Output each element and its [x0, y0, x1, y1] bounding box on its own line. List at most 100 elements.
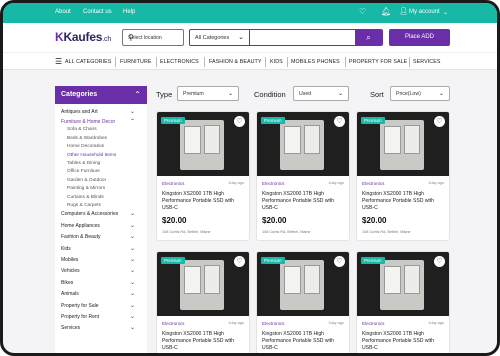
nav-item-fashion-beauty[interactable]: FASHION & BEAUTY	[209, 59, 262, 65]
chevron-down-icon: ⌄	[129, 291, 135, 298]
contact-link[interactable]: Contact us	[83, 9, 112, 15]
logo[interactable]: KKaufes.ch	[55, 30, 111, 44]
nav-item-property-for-sale[interactable]: PROPERTY FOR SALE	[349, 59, 407, 65]
sidebar-item[interactable]: Garden & Outdoor	[55, 178, 147, 186]
listing-title[interactable]: Kingston XS2000 1TB High Performance Por…	[162, 331, 246, 352]
sidebar-item[interactable]: Tables & Dining	[55, 161, 147, 169]
premium-badge: Premium	[261, 257, 285, 264]
sidebar-item[interactable]: Beds & Wardrobes	[55, 136, 147, 144]
listing-image[interactable]: Premium ♡	[157, 112, 249, 176]
listing-title[interactable]: Kingston XS2000 1TB High Performance Por…	[262, 191, 346, 212]
chevron-down-icon: ⌄	[438, 91, 444, 97]
listing-category[interactable]: Electronics	[362, 181, 384, 186]
sidebar-item-label: Vehicles	[61, 268, 80, 275]
sidebar-item-label: Kids	[61, 245, 71, 252]
listing-card[interactable]: Premium ♡ Electronics 1day ago Kingston XS20…	[156, 251, 250, 353]
sidebar-item[interactable]: Home Appliances ⌄	[55, 223, 147, 231]
sidebar-item[interactable]: Fashion & Beauty ⌄	[55, 234, 147, 242]
sidebar-item-label: Furniture & Home Decor	[61, 119, 116, 125]
favorite-heart-icon[interactable]: ♡	[434, 116, 445, 127]
sidebar-item-label: Office Furniture	[67, 169, 100, 175]
favorite-heart-icon[interactable]: ♡	[234, 256, 245, 267]
listing-card[interactable]: Premium ♡ Electronics 1day ago Kingston XS20…	[356, 251, 450, 353]
sidebar-item[interactable]: Other Household Items	[55, 153, 147, 161]
listing-price: $20.00	[362, 216, 387, 225]
listing-image[interactable]: Premium ♡	[357, 112, 449, 176]
listing-card[interactable]: Premium ♡ Electronics 1day ago Kingston XS20…	[256, 251, 350, 353]
listing-title[interactable]: Kingston XS2000 1TB High Performance Por…	[262, 331, 346, 352]
nav-item-kids[interactable]: KIDS	[270, 59, 283, 65]
listing-title[interactable]: Kingston XS2000 1TB High Performance Por…	[362, 331, 446, 352]
sidebar-item[interactable]: Property for Sale ⌄	[55, 303, 147, 311]
listing-category[interactable]: Electronics	[262, 321, 284, 326]
search-bar[interactable]: All Categories ⌄ ⌕	[189, 29, 383, 46]
filter-type-select[interactable]: Premium ⌄	[177, 86, 239, 101]
search-button[interactable]: ⌕	[355, 30, 382, 45]
sidebar-item[interactable]: Mobiles ⌄	[55, 257, 147, 265]
listing-category[interactable]: Electronics	[162, 321, 184, 326]
my-account-link[interactable]: My account	[409, 9, 440, 15]
sidebar-item-label: Mobiles	[61, 257, 79, 263]
nav-divider	[115, 57, 116, 67]
listing-image[interactable]: Premium ♡	[257, 252, 349, 316]
sort-select[interactable]: Price(Low) ⌄	[390, 86, 450, 101]
listing-image[interactable]: Premium ♡	[357, 252, 449, 316]
category-dropdown[interactable]: All Categories ⌄	[190, 30, 250, 45]
listing-time: 1day ago	[328, 321, 344, 325]
sidebar-item[interactable]: Vehicles ⌄	[55, 268, 147, 276]
sidebar-item[interactable]: Antiques and Art ⌄	[55, 109, 147, 117]
nav-item-furniture[interactable]: FURNITURE	[120, 59, 152, 65]
nav-all-categories[interactable]: ALL CATEGORIES	[65, 59, 111, 65]
listing-category[interactable]: Electronics	[262, 181, 284, 186]
sidebar-item[interactable]: Home Decoration	[55, 144, 147, 152]
chevron-down-icon[interactable]: ⌄	[443, 9, 448, 17]
product-box	[404, 125, 420, 154]
sidebar-item[interactable]: Furniture & Home Decor ⌃	[55, 119, 147, 127]
heart-icon[interactable]: ♡	[359, 8, 366, 16]
category-dropdown-label: All Categories	[195, 34, 230, 41]
sidebar-item[interactable]: Curtains & Blinds	[55, 195, 147, 203]
listing-card[interactable]: Premium ♡ Electronics 1day ago Kingston XS20…	[256, 111, 350, 241]
sidebar-item-label: Antiques and Art	[61, 109, 98, 115]
nav-divider	[287, 57, 288, 67]
listing-image[interactable]: Premium ♡	[157, 252, 249, 316]
nav-item-services[interactable]: SERVICES	[413, 59, 441, 65]
sidebar-item[interactable]: Office Furniture	[55, 169, 147, 177]
user-icon[interactable]: 👤︎	[399, 8, 408, 16]
menu-icon[interactable]: ☰	[55, 58, 62, 66]
sidebar-item[interactable]: Sofa & Chairs	[55, 127, 147, 135]
listing-time: 1day ago	[428, 181, 444, 185]
chevron-up-icon: ⌃	[129, 119, 135, 125]
favorite-heart-icon[interactable]: ♡	[334, 256, 345, 267]
sidebar-item[interactable]: Animals ⌄	[55, 291, 147, 299]
place-ad-button[interactable]: Place ADD	[389, 29, 450, 46]
listing-card[interactable]: Premium ♡ Electronics 1day ago Kingston XS20…	[156, 111, 250, 241]
nav-item-mobile-phones[interactable]: MOBILES PHONES	[291, 59, 340, 65]
sidebar-item[interactable]: Property for Rent ⌄	[55, 314, 147, 322]
listing-title[interactable]: Kingston XS2000 1TB High Performance Por…	[162, 191, 246, 212]
nav-item-electronics[interactable]: ELECTRONICS	[160, 59, 199, 65]
sidebar-item[interactable]: Bikes ⌄	[55, 280, 147, 288]
favorite-heart-icon[interactable]: ♡	[234, 116, 245, 127]
sidebar-item[interactable]: Services ⌄	[55, 325, 147, 333]
listing-category[interactable]: Electronics	[162, 181, 184, 186]
sidebar-item[interactable]: Kids ⌄	[55, 246, 147, 254]
favorite-heart-icon[interactable]: ♡	[434, 256, 445, 267]
location-select[interactable]: Select location ⚲	[122, 29, 184, 46]
filter-condition-select[interactable]: Used ⌄	[293, 86, 349, 101]
listing-card[interactable]: Premium ♡ Electronics 1day ago Kingston XS20…	[356, 111, 450, 241]
favorite-heart-icon[interactable]: ♡	[334, 116, 345, 127]
about-link[interactable]: About	[55, 9, 71, 15]
listing-category[interactable]: Electronics	[362, 321, 384, 326]
listing-image[interactable]: Premium ♡	[257, 112, 349, 176]
sidebar-header[interactable]: Categories ⌃	[55, 86, 147, 104]
sidebar-item[interactable]: Painting & Mirrors	[55, 186, 147, 194]
sidebar-item-label: Beds & Wardrobes	[67, 135, 108, 141]
chevron-down-icon: ⌄	[238, 34, 244, 41]
bell-icon[interactable]: 🔔︎	[381, 8, 391, 16]
listing-title[interactable]: Kingston XS2000 1TB High Performance Por…	[362, 191, 446, 212]
product-box	[304, 265, 320, 294]
sidebar-item[interactable]: Computers & Accessories ⌄	[55, 211, 147, 219]
chevron-down-icon: ⌄	[129, 109, 135, 115]
help-link[interactable]: Help	[123, 9, 135, 15]
